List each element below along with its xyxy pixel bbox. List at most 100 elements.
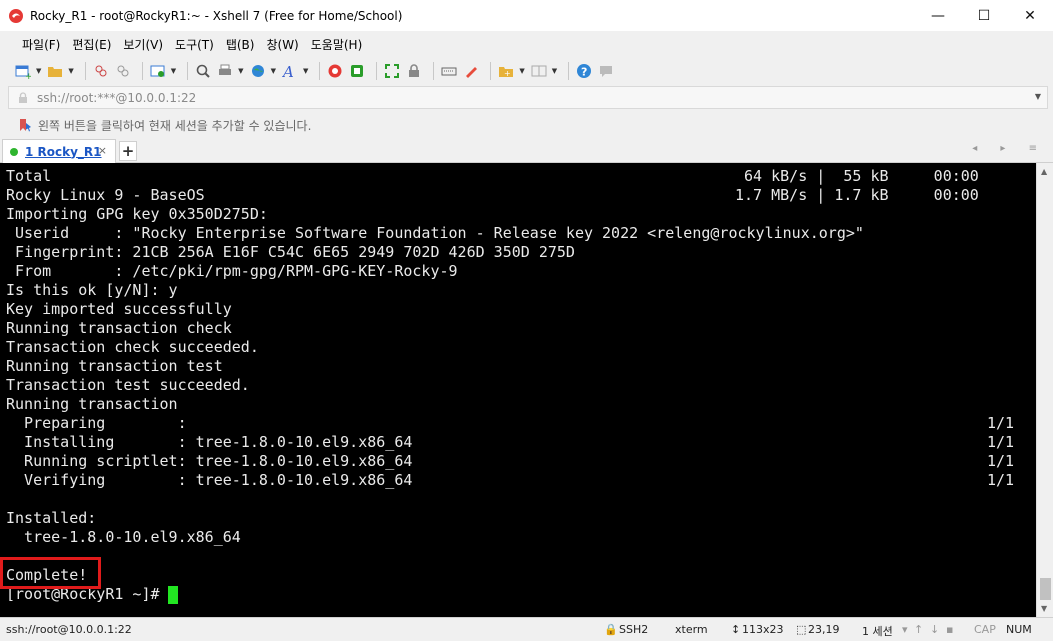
window-title: Rocky_R1 - root@RockyR1:~ - Xshell 7 (Fr… <box>30 8 403 23</box>
reconnect-icon[interactable] <box>92 62 110 80</box>
address-dropdown-icon[interactable]: ▼ <box>1035 92 1041 101</box>
menu-edit[interactable]: 편집(E) <box>72 36 111 53</box>
add-tab-button[interactable]: + <box>119 141 137 161</box>
status-num: NUM <box>1006 623 1032 636</box>
open-dropdown-icon[interactable]: ▼ <box>68 67 73 75</box>
tab-rocky-r1[interactable]: 1 Rocky_R1 × <box>2 139 116 163</box>
download-stats: 1.7 MB/s | 1.7 kB 00:00 <box>735 186 979 204</box>
menu-tools[interactable]: 도구(T) <box>175 36 214 53</box>
bookmark-icon[interactable] <box>18 118 32 132</box>
menu-view[interactable]: 보기(V) <box>123 36 163 53</box>
xshell-app-icon <box>9 8 23 23</box>
status-nav-icon[interactable]: ▪ <box>946 623 953 636</box>
scroll-up-icon[interactable]: ▲ <box>1041 167 1047 176</box>
terminal-line: Is this ok [y/N]: y <box>6 281 178 299</box>
progress-count: 1/1 <box>987 471 1015 489</box>
new-session-icon[interactable]: + <box>14 62 32 80</box>
terminal-line: Running transaction <box>6 395 178 413</box>
svg-text:+: + <box>504 69 511 78</box>
terminal-line: Installing : tree-1.8.0-10.el9.x86_64 <box>6 433 413 451</box>
properties-icon[interactable] <box>149 62 167 80</box>
status-nav-up-icon[interactable]: ↑ <box>914 623 923 636</box>
lock-icon <box>19 91 27 103</box>
fullscreen-icon[interactable] <box>383 62 401 80</box>
toolbar-separator <box>141 62 143 80</box>
tab-close-icon[interactable]: × <box>98 144 107 157</box>
status-connection: ssh://root@10.0.0.1:22 <box>6 623 132 636</box>
toolbar: + ▼ ▼ ▼ ▼ ▼ A ▼ + ▼ ▼ ? <box>0 57 1053 85</box>
window-controls: — ☐ ✕ <box>915 0 1053 31</box>
terminal-line: Running transaction check <box>6 319 232 337</box>
menu-window[interactable]: 창(W) <box>266 36 298 53</box>
menu-bar: 파일(F) 편집(E) 보기(V) 도구(T) 탭(B) 창(W) 도움말(H) <box>0 31 1053 57</box>
progress-count: 1/1 <box>987 433 1015 451</box>
help-icon[interactable]: ? <box>575 62 593 80</box>
toolbar-separator <box>433 62 435 80</box>
globe-dropdown-icon[interactable]: ▼ <box>271 67 276 75</box>
terminal-line: From : /etc/pki/rpm-gpg/RPM-GPG-KEY-Rock… <box>6 262 458 280</box>
toolbar-separator <box>84 62 86 80</box>
complete-highlight-box <box>0 557 101 589</box>
terminal-line: Preparing : <box>6 414 187 432</box>
keyboard-icon[interactable] <box>440 62 458 80</box>
disconnect-icon[interactable] <box>114 62 132 80</box>
status-cursor-position: 23,19 <box>808 623 840 636</box>
xshell-icon[interactable] <box>326 62 344 80</box>
menu-file[interactable]: 파일(F) <box>22 36 60 53</box>
menu-help[interactable]: 도움말(H) <box>311 36 363 53</box>
chat-icon[interactable] <box>597 62 615 80</box>
new-session-dropdown-icon[interactable]: ▼ <box>36 67 41 75</box>
terminal-line: Installed: <box>6 509 97 527</box>
compose-icon[interactable] <box>462 62 480 80</box>
status-size: 113x23 <box>742 623 784 636</box>
hint-text: 왼쪽 버튼을 클릭하여 현재 세션을 추가할 수 있습니다. <box>38 118 312 133</box>
add-folder-icon[interactable]: + <box>497 62 515 80</box>
status-caps: CAP <box>974 623 996 636</box>
print-icon[interactable] <box>216 62 234 80</box>
session-hint-bar: 왼쪽 버튼을 클릭하여 현재 세션을 추가할 수 있습니다. <box>0 112 1053 138</box>
terminal-line: Fingerprint: 21CB 256A E16F C54C 6E65 29… <box>6 243 575 261</box>
vertical-scrollbar[interactable]: ▲ ▼ <box>1036 163 1053 617</box>
toolbar-separator <box>187 62 189 80</box>
scroll-down-icon[interactable]: ▼ <box>1041 604 1047 613</box>
address-text[interactable]: ssh://root:***@10.0.0.1:22 <box>37 91 196 105</box>
tab-navigation[interactable]: ◂ ▸ ≡ <box>972 143 1047 154</box>
address-bar[interactable]: ssh://root:***@10.0.0.1:22 ▼ <box>8 86 1048 109</box>
print-dropdown-icon[interactable]: ▼ <box>238 67 243 75</box>
tab-label[interactable]: 1 Rocky_R1 <box>25 145 102 159</box>
font-dropdown-icon[interactable]: ▼ <box>303 67 308 75</box>
svg-text:?: ? <box>581 66 587 79</box>
xftp-icon[interactable] <box>348 62 366 80</box>
status-bar: ssh://root@10.0.0.1:22 🔒 SSH2 xterm ↕ 11… <box>0 617 1053 641</box>
svg-text:+: + <box>25 72 31 79</box>
toolbar-separator <box>568 62 570 80</box>
terminal-line: Total <box>6 167 52 185</box>
open-folder-icon[interactable] <box>46 62 64 80</box>
minimize-button[interactable]: — <box>915 0 961 31</box>
lock-icon[interactable] <box>405 62 423 80</box>
properties-dropdown-icon[interactable]: ▼ <box>171 67 176 75</box>
connected-status-icon <box>10 147 18 156</box>
terminal-line: Transaction check succeeded. <box>6 338 259 356</box>
toolbar-separator <box>490 62 492 80</box>
terminal-line: Key imported successfully <box>6 300 232 318</box>
find-icon[interactable] <box>194 62 212 80</box>
progress-count: 1/1 <box>987 414 1015 432</box>
scrollbar-thumb[interactable] <box>1040 578 1051 600</box>
status-protocol: SSH2 <box>619 623 649 636</box>
status-session-dropdown-icon[interactable]: ▾ <box>902 623 908 636</box>
terminal-line: Transaction test succeeded. <box>6 376 250 394</box>
close-button[interactable]: ✕ <box>1007 0 1053 31</box>
add-folder-dropdown-icon[interactable]: ▼ <box>519 67 524 75</box>
download-stats: 64 kB/s | 55 kB 00:00 <box>735 167 979 185</box>
maximize-button[interactable]: ☐ <box>961 0 1007 31</box>
menu-tab[interactable]: 탭(B) <box>226 36 255 53</box>
globe-icon[interactable] <box>249 62 267 80</box>
font-icon[interactable]: A <box>281 62 299 80</box>
terminal-line: Running transaction test <box>6 357 223 375</box>
layout-dropdown-icon[interactable]: ▼ <box>552 67 557 75</box>
layout-icon[interactable] <box>530 62 548 80</box>
status-nav-down-icon[interactable]: ↓ <box>930 623 939 636</box>
status-size-icon: ↕ <box>731 623 741 636</box>
tab-bar: 1 Rocky_R1 × + ◂ ▸ ≡ <box>0 139 1053 163</box>
